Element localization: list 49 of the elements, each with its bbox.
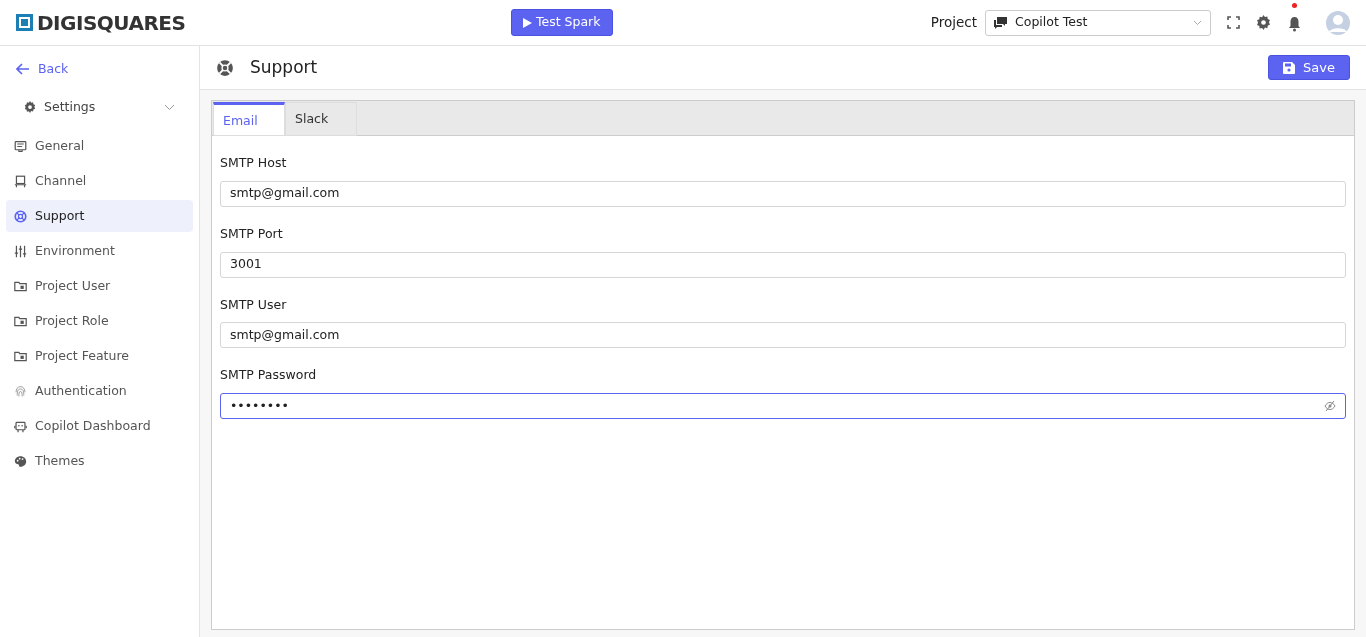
- support-icon: [14, 209, 27, 223]
- play-icon: [523, 17, 532, 28]
- settings-icon[interactable]: [1256, 15, 1271, 30]
- eye-slash-icon[interactable]: [1324, 400, 1336, 412]
- fingerprint-icon: [14, 384, 27, 398]
- field-label: SMTP User: [220, 295, 288, 314]
- sidebar-item[interactable]: Channel: [6, 165, 193, 197]
- field-label: SMTP Port: [220, 224, 284, 243]
- password-field[interactable]: ••••••••: [220, 393, 1346, 419]
- project-label: Project: [930, 13, 977, 33]
- sidebar-item[interactable]: Themes: [6, 445, 193, 477]
- chevron-down-icon: [1193, 19, 1202, 26]
- logo-icon: [16, 14, 33, 31]
- sidebar-item[interactable]: Authentication: [6, 375, 193, 407]
- field-label: SMTP Password: [220, 366, 318, 385]
- logo-text: DIGISQUARES: [37, 9, 186, 37]
- palette-icon: [14, 454, 27, 468]
- chat-icon: [994, 16, 1007, 29]
- sidebar-item[interactable]: Project User: [6, 270, 193, 302]
- sidebar-item[interactable]: Project Feature: [6, 340, 193, 372]
- input-field[interactable]: 3001: [220, 251, 1346, 278]
- tab[interactable]: Email: [213, 102, 285, 136]
- sidebar-item[interactable]: Project Role: [6, 305, 193, 337]
- save-button[interactable]: Save: [1268, 54, 1350, 81]
- back-link[interactable]: Back: [0, 54, 199, 84]
- support-icon: [216, 58, 234, 77]
- project-select[interactable]: Copilot Test: [985, 9, 1211, 36]
- settings-group[interactable]: Settings: [0, 92, 199, 122]
- robot-icon: [14, 419, 27, 433]
- arrow-left-icon: [16, 63, 30, 75]
- sliders-icon: [14, 244, 27, 258]
- fullscreen-icon[interactable]: [1227, 16, 1240, 29]
- sidebar-item[interactable]: General: [6, 130, 193, 162]
- bell-icon[interactable]: [1287, 16, 1302, 32]
- test-spark-button[interactable]: Test Spark: [511, 9, 613, 36]
- field-label: SMTP Host: [220, 154, 288, 172]
- tab[interactable]: Slack: [285, 102, 357, 136]
- monitor-icon: [14, 174, 27, 188]
- input-field[interactable]: smtp@gmail.com: [220, 322, 1346, 349]
- folder-icon: [14, 279, 27, 293]
- gear-icon: [24, 101, 36, 113]
- input-field[interactable]: smtp@gmail.com: [220, 180, 1346, 207]
- sidebar-item[interactable]: Copilot Dashboard: [6, 410, 193, 442]
- sidebar-item[interactable]: Support: [6, 200, 193, 232]
- folder-icon: [14, 349, 27, 363]
- sidebar-item[interactable]: Environment: [6, 235, 193, 267]
- message-icon: [14, 139, 27, 153]
- page-title: Support: [250, 55, 318, 79]
- folder-icon: [14, 314, 27, 328]
